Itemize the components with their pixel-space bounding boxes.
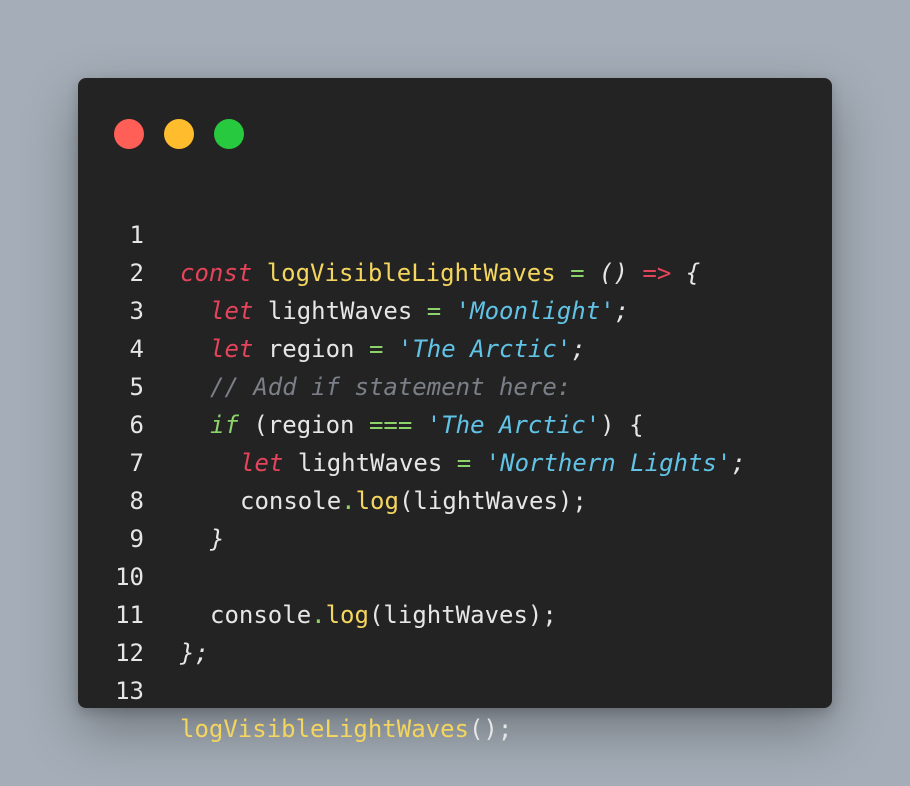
code-line-10: 10 console.log(lightWaves); xyxy=(78,520,832,629)
code-line-6: 6 let lightWaves = 'Northern Lights'; xyxy=(78,368,832,477)
code-line-12: 12 xyxy=(78,596,832,667)
line-number: 13 xyxy=(115,677,144,705)
maximize-window-button[interactable] xyxy=(214,119,244,149)
code-line-7: 7 console.log(lightWaves); xyxy=(78,406,832,515)
code-line-5: 5 if (region === 'The Arctic') { xyxy=(78,330,832,439)
close-window-button[interactable] xyxy=(114,119,144,149)
function-call-name: logVisibleLightWaves xyxy=(180,715,469,743)
code-line-11: 11 }; xyxy=(78,558,832,667)
code-block: 1 const logVisibleLightWaves = () => { 2… xyxy=(78,178,832,743)
code-line-4: 4 // Add if statement here: xyxy=(78,292,832,401)
code-window: 1 const logVisibleLightWaves = () => { 2… xyxy=(78,78,832,743)
window-controls xyxy=(114,119,244,149)
code-line-3: 3 let region = 'The Arctic'; xyxy=(78,254,832,363)
call-args: (); xyxy=(468,715,513,743)
code-line-2: 2 let lightWaves = 'Moonlight'; xyxy=(78,216,832,325)
code-line-9: 9 xyxy=(78,482,832,553)
minimize-window-button[interactable] xyxy=(164,119,194,149)
code-line-8: 8 } xyxy=(78,444,832,553)
code-line-13: 13 logVisibleLightWaves(); xyxy=(78,634,832,743)
code-line-1: 1 const logVisibleLightWaves = () => { xyxy=(78,178,832,287)
